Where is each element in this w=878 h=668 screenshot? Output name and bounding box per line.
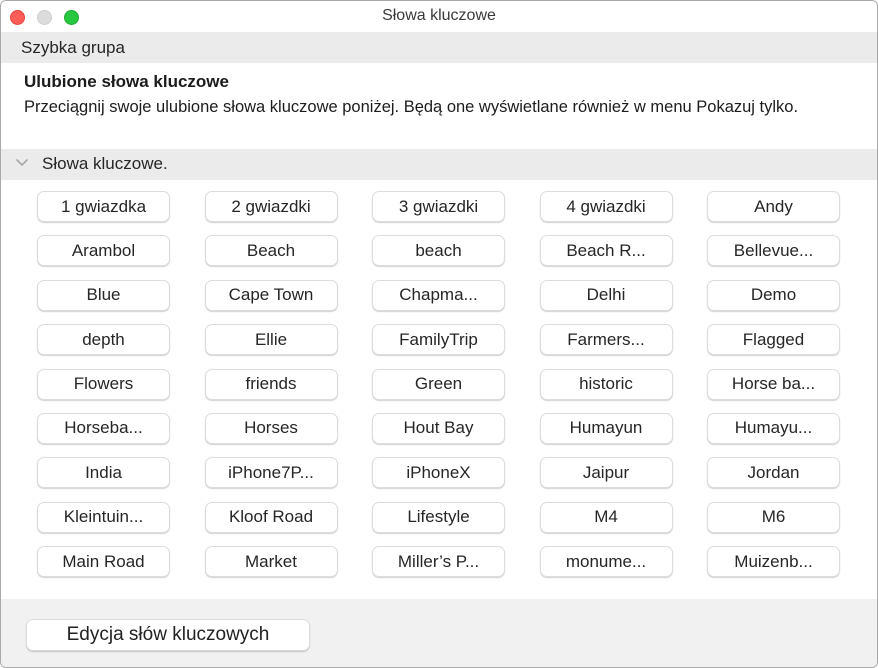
chevron-down-icon[interactable] [15, 158, 29, 168]
keyword-button[interactable]: Miller’s P... [372, 546, 505, 578]
title-bar[interactable]: Słowa kluczowe [1, 1, 877, 32]
keyword-button[interactable]: Flagged [707, 324, 840, 356]
keyword-button[interactable]: monume... [539, 546, 673, 578]
keyword-button[interactable]: Humayun [539, 412, 673, 444]
keyword-button[interactable]: Andy [707, 191, 840, 222]
keyword-button[interactable]: Chapma... [372, 279, 505, 311]
keyword-button[interactable]: iPhone7P... [204, 457, 338, 489]
favorites-description: Przeciągnij swoje ulubione słowa kluczow… [24, 98, 799, 116]
keyword-button[interactable]: India [37, 457, 170, 489]
keyword-button[interactable]: Hout Bay [372, 412, 505, 444]
keyword-button[interactable]: Main Road [37, 546, 170, 578]
keywords-section-header[interactable]: Słowa kluczowe. [1, 149, 877, 180]
keyword-button[interactable]: 2 gwiazdki [204, 191, 338, 222]
keyword-button[interactable]: Kloof Road [204, 501, 338, 533]
keyword-button[interactable]: Beach R... [539, 235, 673, 267]
keyword-button[interactable]: M6 [707, 501, 840, 533]
keyword-button[interactable]: M4 [539, 501, 673, 533]
keyword-button[interactable]: Demo [707, 279, 840, 311]
keyword-button[interactable]: Market [204, 546, 338, 578]
keyword-button[interactable]: 3 gwiazdki [372, 191, 505, 222]
keyword-button[interactable]: Farmers... [539, 324, 673, 356]
keywords-grid: 1 gwiazdka 2 gwiazdki 3 gwiazdki 4 gwiazdki… [37, 191, 840, 578]
edit-keywords-button[interactable]: Edycja słów kluczowych [26, 619, 310, 651]
keywords-section-label: Słowa kluczowe. [42, 154, 168, 173]
favorites-heading: Ulubione słowa kluczowe [24, 72, 229, 91]
keywords-window: Słowa kluczowe Szybka grupa Ulubione sło… [0, 0, 878, 668]
keyword-button[interactable]: Green [372, 368, 505, 400]
keyword-button[interactable]: beach [372, 235, 505, 267]
quick-group-header: Szybka grupa [1, 32, 877, 63]
keyword-button[interactable]: Beach [204, 235, 338, 267]
keyword-button[interactable]: Lifestyle [372, 501, 505, 533]
keyword-button[interactable]: Horseba... [37, 412, 170, 444]
keyword-button[interactable]: Kleintuin... [37, 501, 170, 533]
keyword-button[interactable]: depth [37, 324, 170, 356]
keyword-button[interactable]: 4 gwiazdki [539, 191, 673, 222]
keyword-button[interactable]: Bellevue... [707, 235, 840, 267]
keyword-button[interactable]: Blue [37, 279, 170, 311]
keyword-button[interactable]: iPhoneX [372, 457, 505, 489]
keyword-button[interactable]: Delhi [539, 279, 673, 311]
keyword-button[interactable]: Cape Town [204, 279, 338, 311]
keyword-button[interactable]: Horses [204, 412, 338, 444]
keyword-button[interactable]: Muizenb... [707, 546, 840, 578]
keyword-button[interactable]: historic [539, 368, 673, 400]
window-title: Słowa kluczowe [382, 7, 496, 24]
footer-bar: Edycja słów kluczowych [1, 599, 877, 667]
keyword-button[interactable]: Humayu... [707, 412, 840, 444]
keyword-button[interactable]: Ellie [204, 324, 338, 356]
keyword-button[interactable]: Jordan [707, 457, 840, 489]
keyword-button[interactable]: FamilyTrip [372, 324, 505, 356]
keyword-button[interactable]: Horse ba... [707, 368, 840, 400]
keyword-button[interactable]: friends [204, 368, 338, 400]
keyword-button[interactable]: Jaipur [539, 457, 673, 489]
keyword-button[interactable]: Flowers [37, 368, 170, 400]
quick-group-label: Szybka grupa [21, 38, 125, 57]
keyword-button[interactable]: 1 gwiazdka [37, 191, 170, 222]
keyword-button[interactable]: Arambol [37, 235, 170, 267]
